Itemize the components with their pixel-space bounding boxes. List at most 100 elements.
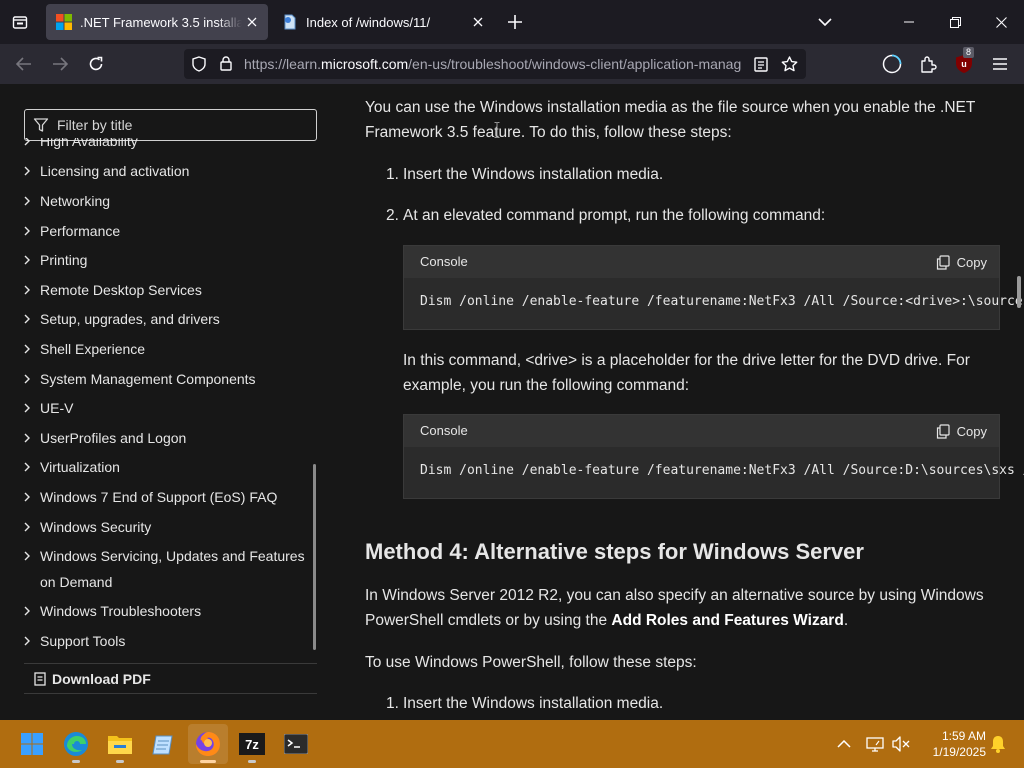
toc-item[interactable]: Licensing and activation [24,158,317,184]
close-tab-button[interactable] [468,12,488,32]
toc-item[interactable]: Windows 7 End of Support (EoS) FAQ [24,484,317,510]
toc-item-label: Support Tools [40,633,126,649]
toc-item[interactable]: Support Tools [24,628,317,654]
url-text[interactable]: https://learn.microsoft.com/en-us/troubl… [244,56,744,72]
powershell-intro: To use Windows PowerShell, follow these … [365,654,697,671]
minimize-button[interactable] [886,0,932,44]
toc-item[interactable]: High Availability [24,138,317,154]
close-icon [247,17,257,27]
toc-item[interactable]: Windows Troubleshooters [24,598,317,624]
filter-input[interactable] [57,114,307,136]
chevron-right-icon [24,628,40,654]
step-1-text: Insert the Windows installation media. [403,166,664,183]
step-2-text: At an elevated command prompt, run the f… [403,207,826,224]
active-indicator [200,760,216,763]
lock-icon [220,56,232,71]
toc-item-label: Remote Desktop Services [40,282,202,298]
page-scrollbar[interactable] [1017,276,1021,308]
toc-item[interactable]: Performance [24,218,317,244]
taskbar-file-explorer[interactable] [100,724,140,764]
taskbar-terminal[interactable] [276,724,316,764]
toc-item-label: Windows Security [40,519,152,535]
toc-item[interactable]: Networking [24,188,317,214]
extensions-button[interactable] [914,50,942,78]
reader-view-icon[interactable] [754,57,768,72]
filter-box[interactable] [24,109,317,141]
article-content: You can use the Windows installation med… [340,84,1024,720]
tab-dotnet-installation[interactable]: .NET Framework 3.5 installation [46,4,268,40]
toc-item-label: Printing [40,252,88,268]
tab-title: .NET Framework 3.5 installation [80,14,242,30]
toc-item[interactable]: UserProfiles and Logon [24,425,317,451]
toc-item[interactable]: Setup, upgrades, and drivers [24,306,317,332]
code-language-label: Console [420,423,468,438]
toc-item[interactable]: Remote Desktop Services [24,277,317,303]
address-bar[interactable]: https://learn.microsoft.com/en-us/troubl… [184,49,806,79]
toc-item[interactable]: Windows Security [24,514,317,540]
chevron-right-icon [24,336,40,362]
firefox-account-button[interactable] [878,50,906,78]
notifications-button[interactable] [986,724,1010,764]
toc-item-label: Windows Troubleshooters [40,603,202,619]
clock-time: 1:59 AM [941,729,986,743]
toc-item-label: Performance [40,223,121,239]
chevron-right-icon [24,454,40,480]
start-button[interactable] [12,724,52,764]
close-tab-button[interactable] [242,12,262,32]
list-number: 2. [386,207,399,224]
reload-button[interactable] [82,50,110,78]
taskbar-firefox[interactable] [188,724,228,764]
toc-item[interactable]: UE-V [24,395,317,421]
toc-item[interactable]: Virtualization [24,454,317,480]
code-line[interactable]: Dism /online /enable-feature /featurenam… [420,294,1024,309]
show-hidden-icons-button[interactable] [825,724,863,764]
firefox-view-button[interactable] [6,8,34,36]
ublock-badge: 8 [963,47,975,58]
chevron-right-icon [24,366,40,392]
copy-label: Copy [956,423,987,439]
download-pdf-link[interactable]: Download PDF [34,668,151,690]
chevron-right-icon [24,247,40,273]
copy-button[interactable]: Copy [936,252,987,272]
restore-button[interactable] [932,0,978,44]
taskbar-edge[interactable] [56,724,96,764]
copy-button[interactable]: Copy [936,421,987,441]
menu-button[interactable] [986,50,1014,78]
toc-item-label: Windows 7 End of Support (EoS) FAQ [40,489,278,505]
code-block-2: Console Copy Dism /online /enable-featur… [403,414,1024,499]
volume-button[interactable] [886,724,916,764]
pdf-icon [34,672,46,686]
ublock-origin-button[interactable]: u 8 [950,47,978,78]
microsoft-logo-icon [56,14,72,30]
taskbar-7zip[interactable]: 7z [232,724,272,764]
windows-server-paragraph: In Windows Server 2012 R2, you can also … [365,583,1005,633]
chevron-right-icon [24,188,40,214]
forward-button[interactable] [46,50,74,78]
code-line[interactable]: Dism /online /enable-feature /featurenam… [420,463,1024,478]
7zip-icon: 7z [239,733,265,755]
bookmark-star-icon[interactable] [781,56,798,72]
tab-windows-index[interactable]: Index of /windows/11/ [272,4,494,40]
close-window-button[interactable] [978,0,1024,44]
toc-item[interactable]: Windows Servicing, Updates and Features … [24,543,317,595]
copy-icon [936,423,950,439]
toc-scrollbar[interactable] [313,464,316,650]
system-clock[interactable]: 1:59 AM 1/19/2025 [916,728,986,760]
method-4-heading: Method 4: Alternative steps for Windows … [365,539,864,564]
list-number: 1. [386,166,399,183]
list-all-tabs-button[interactable] [812,8,838,36]
toc-item[interactable]: System Management Components [24,366,317,392]
url-path: /en-us/troubleshoot/windows-client/appli… [408,56,742,72]
back-button[interactable] [10,50,38,78]
arrow-right-icon [53,57,68,71]
toc-item[interactable]: Shell Experience [24,336,317,362]
code-block-1: Console Copy Dism /online /enable-featur… [403,245,1024,330]
plus-icon [508,15,522,29]
ps-step-1-text: Insert the Windows installation media. [403,695,664,712]
toc-item[interactable]: Printing [24,247,317,273]
firefox-icon [196,732,220,756]
taskbar-notepad[interactable] [144,724,184,764]
new-tab-button[interactable] [502,8,528,36]
chevron-right-icon [24,395,40,421]
toc-list: High Availability Licensing and activatio… [24,138,317,658]
